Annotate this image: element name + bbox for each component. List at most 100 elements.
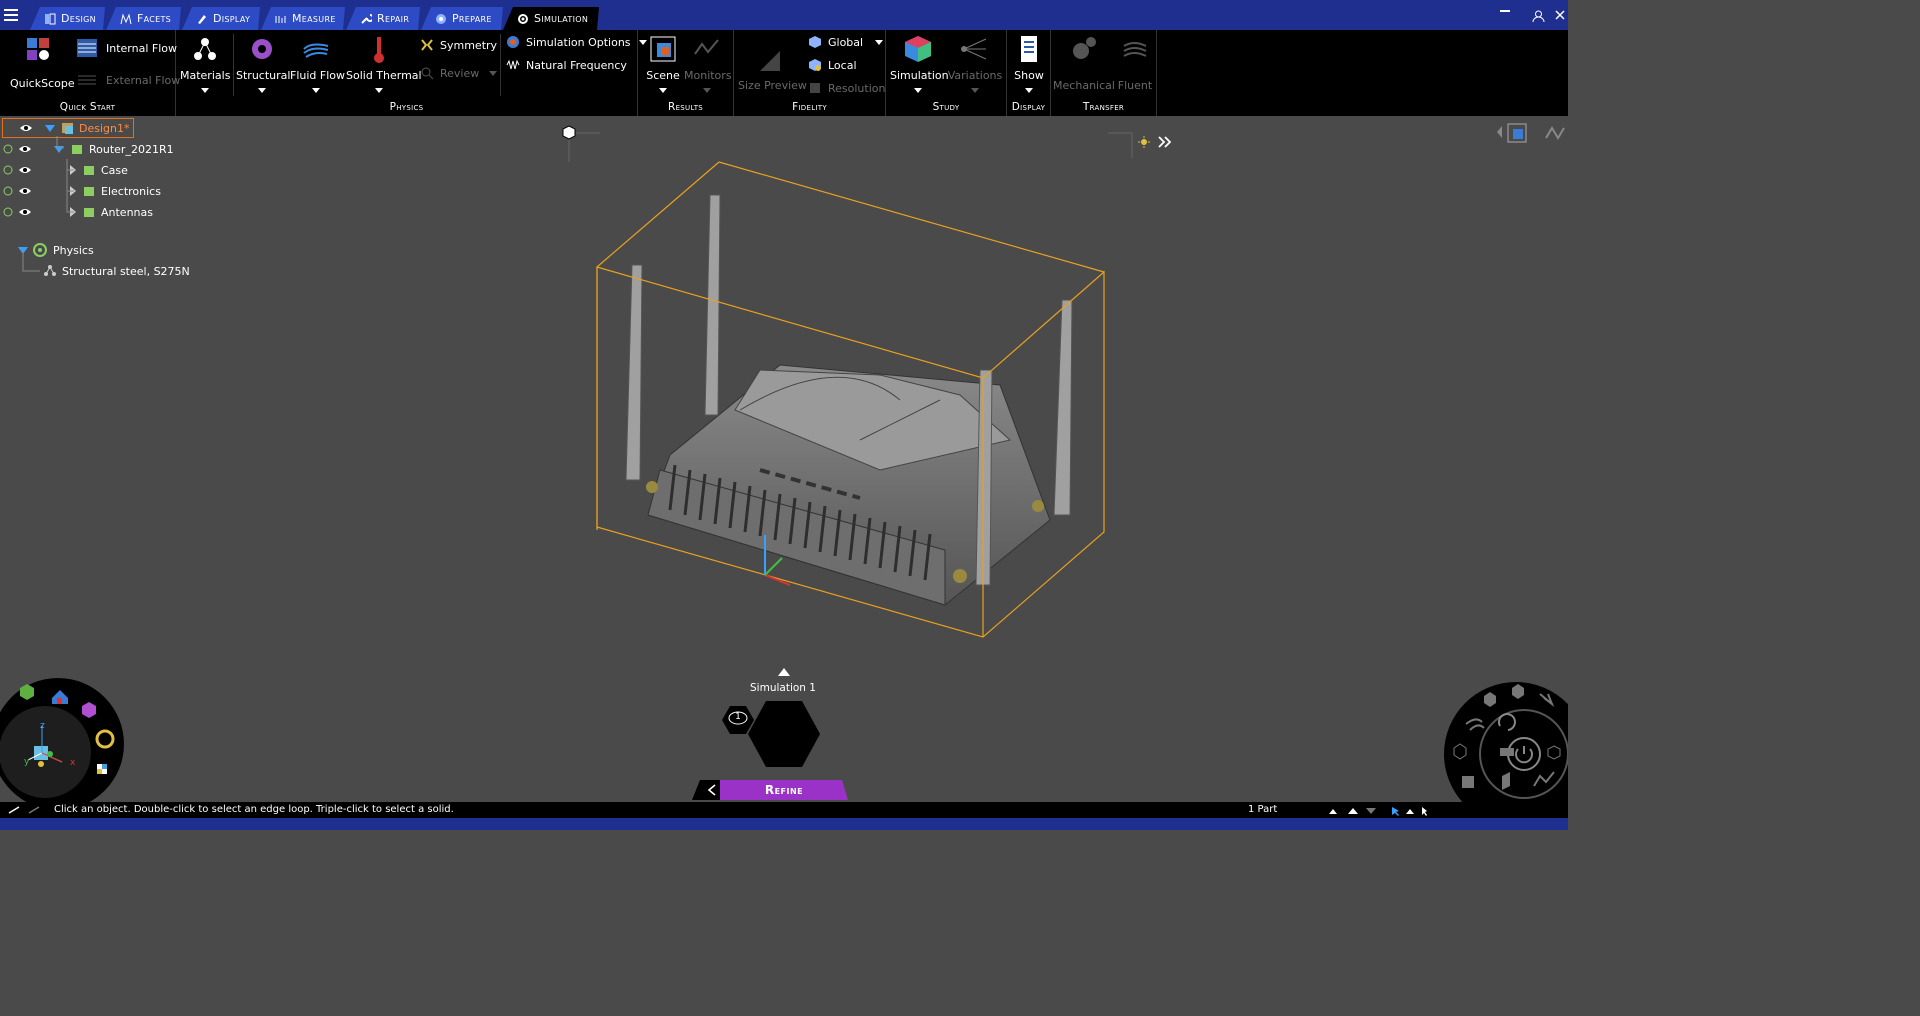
global-button[interactable]: Global [808, 35, 884, 49]
collapse-icon[interactable] [70, 165, 76, 175]
monitors-button[interactable]: Monitors [684, 34, 732, 93]
tab-prepare[interactable]: Prepare [421, 7, 503, 30]
fluid-flow-button[interactable]: Fluid Flow [290, 34, 345, 93]
menu-icon[interactable] [4, 9, 18, 21]
solid-thermal-button[interactable]: Solid Thermal [346, 34, 422, 93]
tab-display[interactable]: Display [182, 7, 260, 30]
close-icon[interactable] [1555, 10, 1565, 20]
simulation-icon [517, 13, 529, 25]
structural-dropdown-icon[interactable] [258, 88, 266, 93]
structural-button[interactable]: Structural [236, 34, 290, 93]
tab-measure[interactable]: Measure [261, 7, 345, 30]
tree-item-antennas[interactable]: Antennas [2, 202, 153, 222]
minimize-icon[interactable] [1500, 10, 1510, 12]
tree-item-design[interactable]: Design1* [2, 118, 134, 138]
undo-icon[interactable] [8, 805, 20, 815]
local-icon [809, 59, 821, 71]
review-button[interactable]: Review [420, 66, 498, 80]
navigation-wheel[interactable] [1444, 676, 1568, 802]
size-preview-button[interactable]: Size Preview [738, 44, 807, 92]
simulation-hex-button[interactable] [748, 701, 820, 767]
tab-repair[interactable]: Repair [346, 7, 420, 30]
variations-button[interactable]: Variations [946, 34, 1004, 93]
anchor-marker[interactable] [562, 125, 600, 162]
monitors-dropdown-icon[interactable] [703, 88, 711, 93]
review-dropdown-icon[interactable] [489, 70, 498, 76]
monitors-icon [694, 39, 719, 55]
group-label-fidelity: Fidelity [792, 101, 827, 113]
redo-icon[interactable] [28, 805, 40, 815]
target-icon[interactable] [2, 143, 14, 155]
group-transfer: Mechanical Fluent Transfer [1051, 30, 1157, 116]
simulation-button[interactable]: Simulation [890, 34, 949, 93]
refine-button[interactable]: Refine [720, 780, 848, 800]
scene-dropdown-icon[interactable] [659, 88, 667, 93]
internal-flow-button[interactable]: Internal Flow [76, 38, 177, 58]
eye-icon[interactable] [18, 186, 32, 196]
target-icon[interactable] [2, 185, 14, 197]
group-results: Scene Monitors Results [638, 30, 734, 116]
selection-filter-icons[interactable] [1328, 806, 1428, 816]
target-icon[interactable] [2, 206, 14, 218]
simulation-options-button[interactable]: Simulation Options [506, 35, 647, 49]
symmetry-button[interactable]: Symmetry [420, 38, 497, 52]
show-button[interactable]: Show [1009, 34, 1049, 93]
expand-panel-icon[interactable] [1158, 136, 1172, 148]
variations-icon [961, 38, 987, 60]
scene-button[interactable]: Scene [642, 34, 684, 93]
target-icon[interactable] [2, 164, 14, 176]
collapse-icon[interactable] [70, 207, 76, 217]
separator [500, 34, 501, 96]
local-button[interactable]: Local [808, 58, 857, 72]
side-panel-icons[interactable] [1496, 122, 1568, 146]
axis-x-label: x [70, 758, 76, 768]
viewport-3d[interactable] [176, 118, 1568, 802]
tab-design[interactable]: Design [30, 7, 105, 30]
tree-item-material[interactable]: Structural steel, S275N [42, 261, 190, 281]
mechanical-button[interactable]: Mechanical [1053, 34, 1115, 92]
user-icon[interactable] [1532, 10, 1545, 23]
eye-icon[interactable] [18, 165, 32, 175]
tab-simulation[interactable]: Simulation [503, 7, 599, 30]
tree-item-router[interactable]: Router_2021R1 [2, 139, 174, 159]
solid-thermal-dropdown-icon[interactable] [375, 88, 383, 93]
expand-icon[interactable] [54, 145, 64, 153]
eye-icon[interactable] [19, 123, 33, 133]
group-quickstart: QuickScope Internal Flow External Flow Q… [0, 30, 180, 116]
view-wheel[interactable]: z x y [0, 676, 126, 802]
eye-icon[interactable] [18, 207, 32, 217]
show-icon [1021, 36, 1037, 62]
group-study: Simulation Variations Study [886, 30, 1007, 116]
tree-item-case[interactable]: Case [2, 160, 128, 180]
chevron-up-icon[interactable] [778, 668, 790, 676]
chevron-left-icon [707, 784, 716, 796]
fluent-icon [1123, 42, 1147, 57]
bottom-bar [0, 818, 1568, 830]
external-flow-button[interactable]: External Flow [76, 70, 180, 90]
tree-item-electronics[interactable]: Electronics [2, 181, 161, 201]
quickscope-button[interactable]: QuickScope [10, 34, 75, 90]
expand-icon[interactable] [18, 246, 28, 254]
collapse-icon[interactable] [70, 186, 76, 196]
router-model[interactable] [596, 161, 1105, 638]
light-icon[interactable] [1138, 136, 1150, 148]
materials-dropdown-icon[interactable] [201, 88, 209, 93]
variations-dropdown-icon[interactable] [971, 88, 979, 93]
group-label-physics: Physics [389, 101, 424, 113]
status-bar: Click an object. Double-click to select … [0, 802, 1568, 818]
expand-icon[interactable] [45, 124, 55, 132]
fluid-flow-dropdown-icon[interactable] [312, 88, 320, 93]
show-dropdown-icon[interactable] [1025, 88, 1033, 93]
physics-icon [33, 243, 47, 257]
tab-facets[interactable]: Facets [106, 7, 181, 30]
eye-icon[interactable] [18, 144, 32, 154]
comment-badge[interactable]: 1 [722, 706, 754, 734]
natural-frequency-button[interactable]: Natural Frequency [506, 58, 627, 72]
tree-item-physics[interactable]: Physics [18, 240, 94, 260]
resolution-button[interactable]: Resolution [808, 81, 885, 95]
global-dropdown-icon[interactable] [875, 39, 884, 45]
simulation-dropdown-icon[interactable] [914, 88, 922, 93]
sheet-icon [1500, 748, 1514, 756]
fluent-button[interactable]: Fluent [1115, 34, 1155, 92]
materials-button[interactable]: Materials [180, 34, 230, 93]
